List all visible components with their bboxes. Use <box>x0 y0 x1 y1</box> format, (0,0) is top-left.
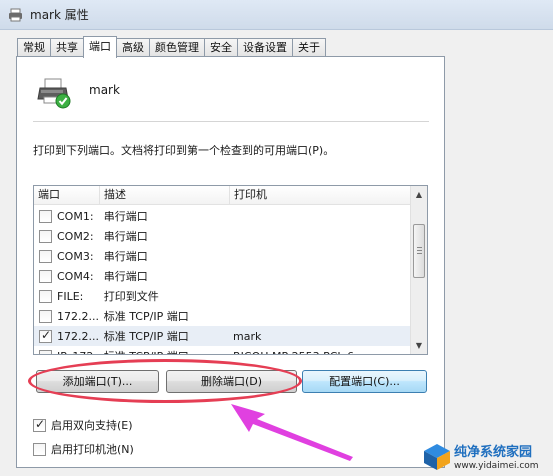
port-row[interactable]: FILE: 打印到文件 <box>34 286 412 306</box>
port-description: 标准 TCP/IP 端口 <box>103 330 189 343</box>
port-row[interactable]: ✓ 172.2... 标准 TCP/IP 端口 mark <box>34 326 412 346</box>
port-name: COM3: <box>57 249 94 263</box>
port-name: COM1: <box>57 209 94 223</box>
port-list[interactable]: 端口 描述 打印机 COM1: 串行端口 COM2: 串行端口 COM3: 串行端口 COM… <box>33 185 428 355</box>
port-row[interactable]: IP_172...标准 TCP/IP 端口RICOH MP 2553 PCL 6 <box>34 346 412 355</box>
vertical-scrollbar[interactable]: ▲ ▼ <box>410 186 427 354</box>
bidirectional-label: 启用双向支持(E) <box>51 419 133 432</box>
port-checkbox[interactable] <box>39 249 52 263</box>
port-checkbox[interactable] <box>39 349 52 354</box>
checkbox[interactable]: ✓ <box>33 417 46 432</box>
watermark-text: 纯净系统家园 <box>454 445 533 460</box>
delete-port-button[interactable]: 删除端口(D) <box>166 370 297 393</box>
watermark-url: www.yidaimei.com <box>454 461 539 471</box>
port-row[interactable]: COM1: 串行端口 <box>34 206 412 226</box>
background-area <box>445 30 553 476</box>
port-checkbox[interactable] <box>39 289 52 303</box>
printer-check-icon <box>37 77 73 109</box>
instruction-text: 打印到下列端口。文档将打印到第一个检查到的可用端口(P)。 <box>33 144 335 157</box>
annotation-arrow-icon <box>231 404 353 461</box>
pooling-label: 启用打印机池(N) <box>51 443 134 456</box>
port-description: 串行端口 <box>103 250 148 263</box>
tab-advanced[interactable]: 高级 <box>116 38 150 57</box>
port-row[interactable]: 172.2... 标准 TCP/IP 端口 <box>34 306 412 326</box>
port-checkbox[interactable]: ✓ <box>39 328 52 343</box>
configure-port-button[interactable]: 配置端口(C)... <box>302 370 427 393</box>
port-name: IP_172... <box>57 350 104 355</box>
scroll-down-icon[interactable]: ▼ <box>411 337 427 354</box>
port-list-header: 端口 描述 打印机 <box>34 186 427 205</box>
printer-name: mark <box>89 83 120 97</box>
port-row[interactable]: COM4: 串行端口 <box>34 266 412 286</box>
scroll-up-icon[interactable]: ▲ <box>411 186 427 203</box>
port-description: 串行端口 <box>103 210 148 223</box>
port-checkbox[interactable] <box>39 209 52 223</box>
column-description[interactable]: 描述 <box>100 186 230 204</box>
printer-icon <box>8 8 24 22</box>
checkbox[interactable] <box>33 442 46 456</box>
title-bar: mark 属性 <box>0 0 553 30</box>
port-checkbox[interactable] <box>39 229 52 243</box>
port-name: COM2: <box>57 229 94 243</box>
scroll-thumb[interactable] <box>413 224 425 278</box>
port-checkbox[interactable] <box>39 269 52 283</box>
tab-sharing[interactable]: 共享 <box>50 38 84 57</box>
bidirectional-checkbox[interactable]: ✓ 启用双向支持(E) <box>33 417 133 433</box>
column-port[interactable]: 端口 <box>34 186 100 204</box>
port-rows: COM1: 串行端口 COM2: 串行端口 COM3: 串行端口 COM4: 串行端口 FILE… <box>34 206 412 355</box>
port-description: 打印到文件 <box>103 290 159 303</box>
tab-ports[interactable]: 端口 <box>83 36 117 58</box>
window-title: mark 属性 <box>30 8 89 22</box>
add-port-button[interactable]: 添加端口(T)... <box>36 370 159 393</box>
port-description: 串行端口 <box>103 270 148 283</box>
tab-general[interactable]: 常规 <box>17 38 51 57</box>
watermark-logo-icon <box>424 444 450 470</box>
tab-strip: 常规 共享 端口 高级 颜色管理 安全 设备设置 关于 <box>17 36 326 58</box>
watermark: 纯净系统家园 www.yidaimei.com <box>420 438 553 476</box>
tab-color-management[interactable]: 颜色管理 <box>149 38 205 57</box>
port-row[interactable]: COM3: 串行端口 <box>34 246 412 266</box>
column-printer[interactable]: 打印机 <box>230 186 411 204</box>
tab-device-settings[interactable]: 设备设置 <box>237 38 293 57</box>
pooling-checkbox[interactable]: 启用打印机池(N) <box>33 441 134 457</box>
port-name: 172.2... <box>57 309 99 323</box>
port-name: COM4: <box>57 269 94 283</box>
tab-about[interactable]: 关于 <box>292 38 326 57</box>
port-printer: mark <box>233 329 262 343</box>
port-name: 172.2... <box>57 329 99 343</box>
port-description: 标准 TCP/IP 端口 <box>103 310 189 323</box>
port-description: 标准 TCP/IP 端口 <box>104 348 233 354</box>
port-row[interactable]: COM2: 串行端口 <box>34 226 412 246</box>
port-description: 串行端口 <box>103 230 148 243</box>
port-checkbox[interactable] <box>39 309 52 323</box>
port-name: FILE: <box>57 289 84 303</box>
divider <box>33 121 429 122</box>
tab-security[interactable]: 安全 <box>204 38 238 57</box>
port-printer: RICOH MP 2553 PCL 6 <box>233 350 412 355</box>
